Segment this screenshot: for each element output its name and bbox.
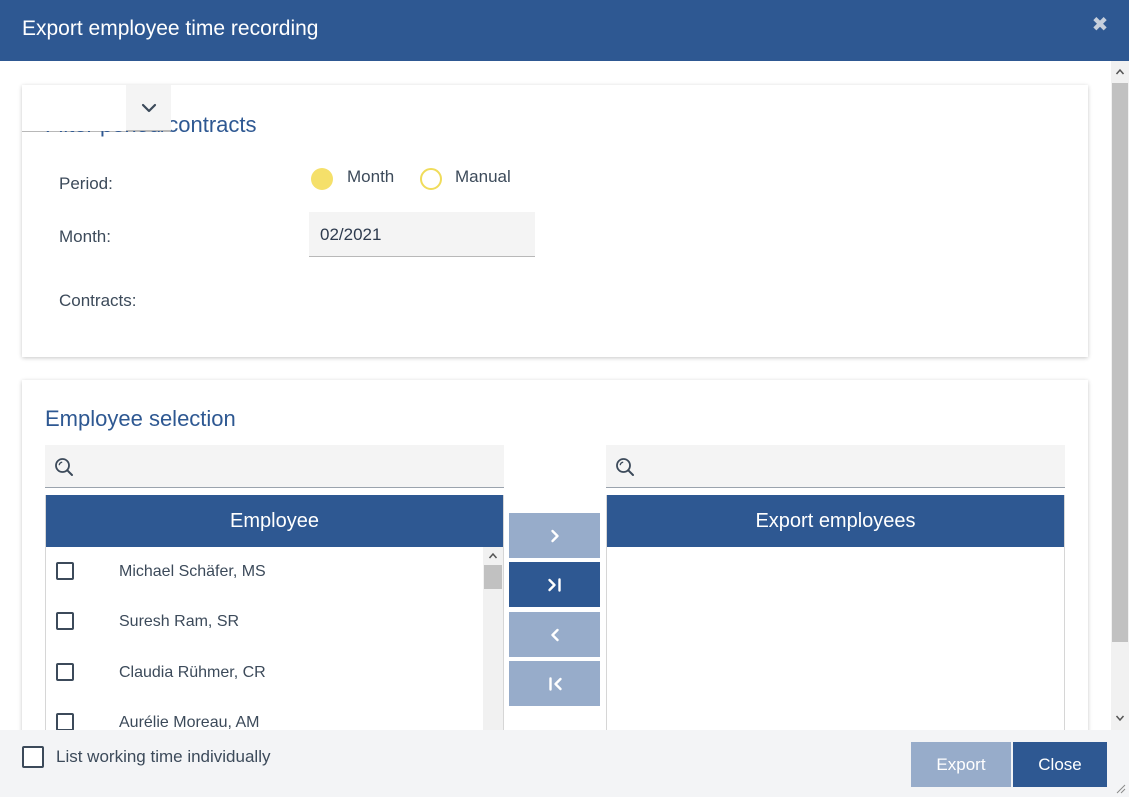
- dialog-content: Filter period/contracts Period: Month Ma…: [0, 61, 1111, 730]
- dialog-titlebar: Export employee time recording ✖: [0, 0, 1129, 61]
- employee-row[interactable]: Suresh Ram, SR: [46, 597, 483, 647]
- dialog-title: Export employee time recording: [22, 17, 319, 40]
- chevron-right-icon: [550, 529, 559, 542]
- employee-name: Claudia Rühmer, CR: [119, 664, 266, 681]
- chevron-up-icon[interactable]: [488, 551, 498, 561]
- move-selected-left-button[interactable]: [509, 612, 600, 657]
- dialog-scrollbar[interactable]: [1111, 61, 1129, 730]
- dialog-scroll-thumb[interactable]: [1112, 83, 1128, 642]
- employee-row[interactable]: Claudia Rühmer, CR: [46, 648, 483, 698]
- export-employee-search[interactable]: [606, 445, 1065, 488]
- contracts-label: Contracts:: [59, 291, 137, 310]
- period-label: Period:: [59, 174, 113, 193]
- month-field[interactable]: 02/2021: [309, 212, 535, 257]
- employee-row[interactable]: Michael Schäfer, MS: [46, 547, 483, 597]
- filter-card: Filter period/contracts Period: Month Ma…: [22, 85, 1088, 357]
- move-all-right-icon: [547, 577, 561, 592]
- dialog-footer: List working time individually Export Cl…: [0, 730, 1129, 797]
- employee-name: Aurélie Moreau, AM: [119, 714, 260, 730]
- period-radio-month-label[interactable]: Month: [347, 167, 394, 187]
- export-employees-list-header: Export employees: [607, 495, 1064, 547]
- employee-name: Michael Schäfer, MS: [119, 563, 266, 580]
- move-all-right-button[interactable]: [509, 562, 600, 607]
- search-icon: [55, 458, 73, 476]
- employee-list-scroll-thumb[interactable]: [484, 565, 502, 589]
- chevron-down-icon: [141, 103, 157, 113]
- chevron-left-icon: [550, 628, 559, 641]
- search-icon: [616, 458, 634, 476]
- close-icon[interactable]: ✖: [1091, 14, 1109, 36]
- employee-search-input[interactable]: [85, 453, 495, 479]
- move-all-left-icon: [548, 676, 562, 691]
- export-employees-list: Export employees: [606, 495, 1065, 730]
- period-radio-month[interactable]: [311, 168, 333, 190]
- employee-list: Employee Michael Schäfer, MS Suresh Ram,…: [45, 495, 504, 730]
- employee-checkbox[interactable]: [56, 612, 74, 630]
- chevron-up-icon[interactable]: [1115, 67, 1125, 77]
- employee-list-header: Employee: [46, 495, 503, 547]
- list-individually-label[interactable]: List working time individually: [56, 747, 270, 767]
- employee-selection-card: Employee selection Employee Michael Schä…: [22, 380, 1088, 730]
- export-button[interactable]: Export: [911, 742, 1011, 787]
- chevron-down-icon[interactable]: [1115, 713, 1125, 723]
- period-radio-manual-label[interactable]: Manual: [455, 167, 511, 187]
- close-button[interactable]: Close: [1013, 742, 1107, 787]
- contracts-dropdown[interactable]: [22, 85, 171, 132]
- employee-section-title: Employee selection: [45, 406, 236, 431]
- employee-row[interactable]: Aurélie Moreau, AM: [46, 698, 483, 730]
- employee-list-scrollbar[interactable]: [483, 547, 503, 730]
- resize-grip-icon[interactable]: [1114, 782, 1126, 794]
- export-employee-search-input[interactable]: [646, 453, 1056, 479]
- period-radio-manual[interactable]: [420, 168, 442, 190]
- employee-search[interactable]: [45, 445, 504, 488]
- move-selected-right-button[interactable]: [509, 513, 600, 558]
- employee-checkbox[interactable]: [56, 713, 74, 730]
- contracts-dropdown-button[interactable]: [126, 85, 171, 131]
- employee-checkbox[interactable]: [56, 562, 74, 580]
- move-all-left-button[interactable]: [509, 661, 600, 706]
- contracts-value[interactable]: [22, 85, 126, 131]
- list-individually-checkbox[interactable]: [22, 746, 44, 768]
- employee-name: Suresh Ram, SR: [119, 613, 240, 630]
- employee-checkbox[interactable]: [56, 663, 74, 681]
- month-label: Month:: [59, 227, 111, 246]
